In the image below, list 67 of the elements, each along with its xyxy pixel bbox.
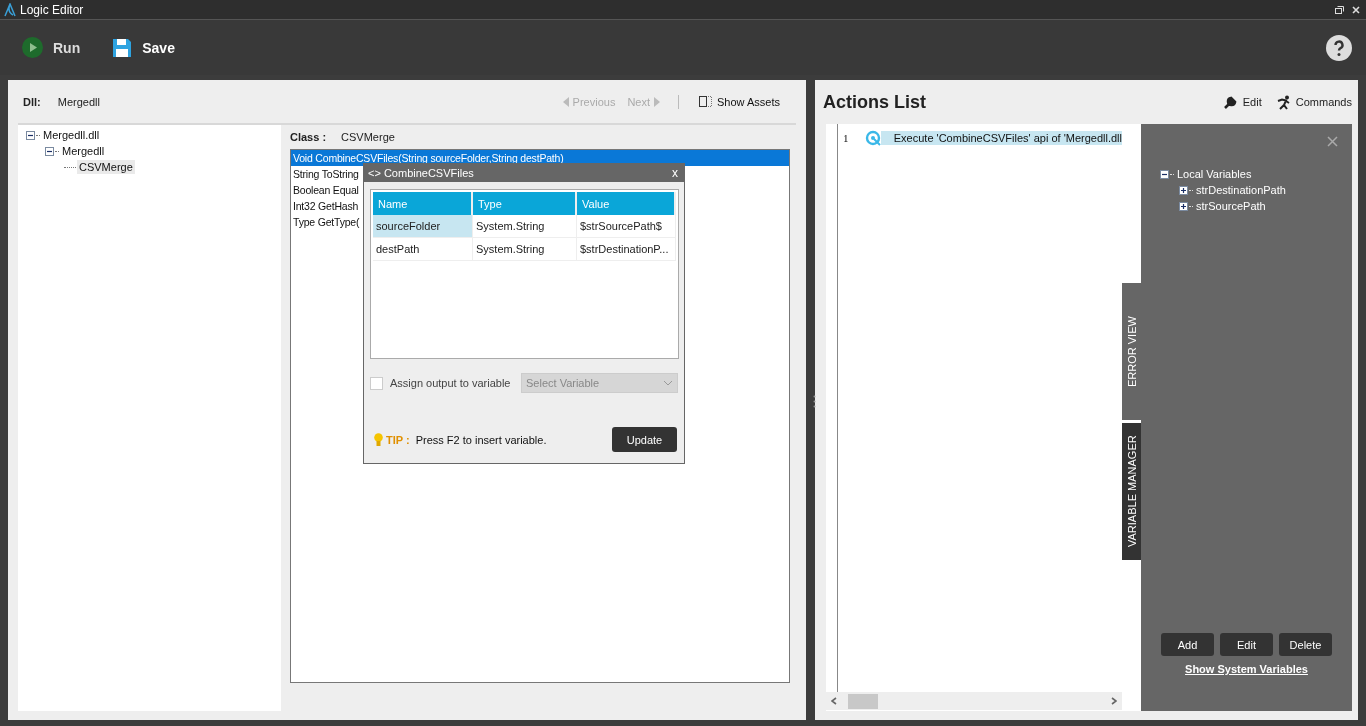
table-cell: sourceFolder	[373, 215, 473, 237]
variable-button[interactable]: Edit	[1220, 633, 1273, 656]
show-assets-button[interactable]: Show Assets	[693, 94, 786, 109]
commands-button[interactable]: Commands	[1275, 94, 1352, 110]
table-cell: $strDestinationP...	[577, 238, 676, 260]
method-item[interactable]: Boolean Equal	[291, 184, 359, 196]
variable-button[interactable]: Add	[1161, 633, 1214, 656]
edit-button[interactable]: Edit	[1222, 94, 1262, 110]
side-tab[interactable]: VARIABLE MANAGER	[1122, 423, 1141, 560]
panel-title: Actions List	[823, 91, 927, 113]
table-cell: destPath	[373, 238, 473, 260]
update-button[interactable]: Update	[612, 427, 677, 452]
table-cell: System.String	[473, 238, 577, 260]
tree-item[interactable]: CSVMerge	[77, 160, 135, 174]
close-icon	[1352, 5, 1360, 14]
collapse-icon[interactable]	[26, 130, 35, 140]
method-item[interactable]: Int32 GetHash	[291, 200, 359, 212]
tree-item[interactable]: strSourcePath	[1194, 199, 1268, 213]
dll-name: Mergedll	[57, 95, 100, 108]
method-item[interactable]: Void CombineCSVFiles(String sourceFolder,String destPath)	[291, 150, 789, 166]
tip-text: Press F2 to insert variable.	[415, 433, 548, 446]
dialog-title: <> CombineCSVFiles	[368, 167, 475, 179]
system-variables-link[interactable]: Show System Variables	[1185, 663, 1308, 675]
collapse-icon[interactable]	[45, 146, 54, 156]
column-header: Type	[473, 192, 577, 215]
line-number: 1	[842, 132, 850, 144]
tree-item[interactable]: strDestinationPath	[1194, 183, 1288, 197]
right-arrow-icon	[654, 96, 660, 107]
panel-icon	[699, 96, 712, 107]
tree-item[interactable]: Mergedll	[60, 144, 107, 158]
expand-icon[interactable]	[1179, 185, 1188, 195]
app-logo-icon	[4, 2, 16, 17]
variable-button[interactable]: Delete	[1279, 633, 1332, 656]
target-icon	[864, 130, 881, 146]
window-title: Logic Editor	[20, 2, 85, 17]
table-cell: $strSourcePath$	[577, 215, 676, 237]
method-item[interactable]: String ToString	[291, 168, 359, 180]
tree-item[interactable]: Mergedll.dll	[41, 128, 102, 142]
table-cell: System.String	[473, 215, 577, 237]
horizontal-scrollbar[interactable]	[826, 692, 1122, 710]
side-tab[interactable]: ERROR VIEW	[1122, 283, 1141, 420]
scrollbar-thumb[interactable]	[848, 693, 878, 709]
expand-icon[interactable]	[1179, 201, 1188, 211]
close-icon[interactable]	[1327, 136, 1338, 147]
chevron-down-icon	[663, 380, 673, 386]
scroll-right-icon	[1111, 697, 1117, 705]
method-item[interactable]: Type GetType(	[291, 216, 360, 228]
scroll-left-icon	[831, 697, 837, 705]
collapse-icon[interactable]	[1160, 169, 1169, 179]
checkbox[interactable]	[370, 376, 383, 390]
column-header: Value	[577, 192, 676, 215]
class-name: CSVMerge	[341, 131, 395, 143]
tree-item[interactable]: Local Variables	[1175, 167, 1254, 181]
checkbox-label: Assign output to variable	[390, 377, 512, 389]
restore-icon	[1335, 5, 1344, 14]
play-icon	[22, 37, 43, 58]
save-button[interactable]: Save	[112, 37, 175, 58]
splitter-handle-icon	[813, 395, 816, 408]
close-button[interactable]: x	[670, 166, 680, 180]
run-button[interactable]: Run	[22, 37, 81, 58]
dll-label: Dll:	[23, 95, 41, 108]
light-bulb-icon	[374, 432, 383, 447]
class-label: Class :	[290, 131, 327, 143]
running-figure-icon	[1275, 94, 1291, 110]
tip-label: TIP :	[386, 433, 410, 446]
help-icon	[1326, 34, 1352, 61]
left-arrow-icon	[562, 96, 569, 107]
